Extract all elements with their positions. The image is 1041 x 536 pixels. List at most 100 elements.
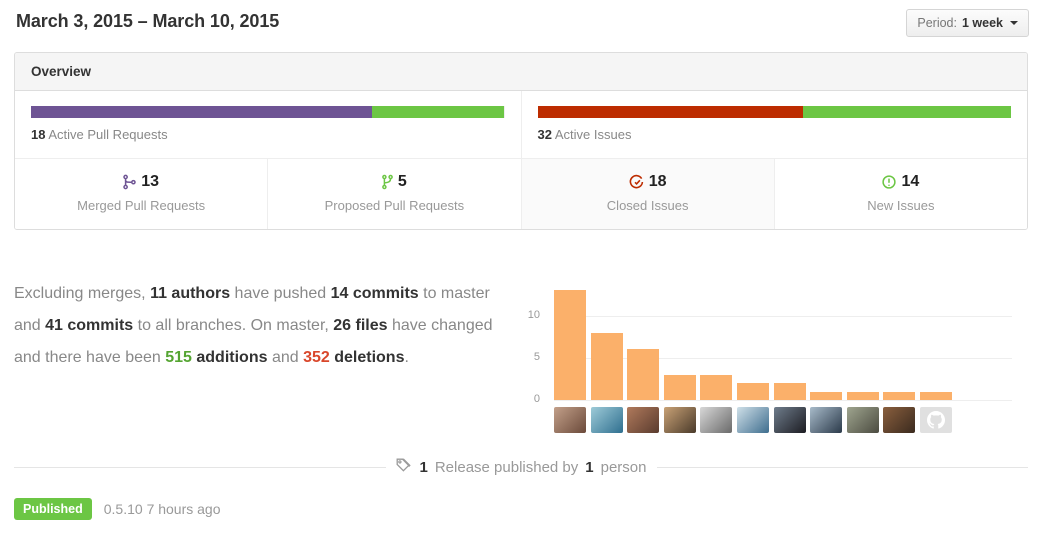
- chart-y-tick: 10: [510, 309, 540, 321]
- chart-bar: [920, 282, 952, 400]
- release-summary: 1 Release published by 1 person: [396, 458, 647, 477]
- pr-merged-segment: [31, 106, 372, 118]
- period-selector-button[interactable]: Period: 1 week: [906, 9, 1029, 37]
- chart-bar: [847, 282, 879, 400]
- avatar[interactable]: [627, 407, 659, 433]
- pr-proposed-segment: [372, 106, 505, 118]
- release-count-value: 1: [420, 459, 428, 476]
- stat-value: 14: [901, 173, 919, 191]
- summary-lead: Excluding merges,: [14, 285, 150, 302]
- overview-card-header: Overview: [15, 53, 1027, 91]
- chart-bar: [664, 282, 696, 400]
- avatar[interactable]: [847, 407, 879, 433]
- stat-cell-closed-issues[interactable]: 18 Closed Issues: [521, 159, 774, 229]
- issues-closed-segment: [538, 106, 803, 118]
- commits-bar-chart: 0510: [518, 278, 1018, 433]
- chart-bar-fill: [591, 333, 623, 400]
- avatar[interactable]: [700, 407, 732, 433]
- chart-bar-fill: [847, 392, 879, 400]
- chart-bar-fill: [664, 375, 696, 400]
- stat-label: Closed Issues: [522, 198, 774, 213]
- active-pull-requests-count: 18: [31, 127, 45, 142]
- release-count: 1: [420, 459, 428, 476]
- stat-value-row: 18: [522, 171, 774, 193]
- chart-bar: [774, 282, 806, 400]
- release-version-time: 0.5.10 7 hours ago: [104, 501, 221, 517]
- active-issues-label: 32 Active Issues: [538, 127, 1012, 142]
- summary-mid1: have pushed: [230, 285, 331, 302]
- pulse-page: March 3, 2015 – March 10, 2015 Period: 1…: [0, 0, 1041, 536]
- chart-bar-fill: [774, 383, 806, 400]
- tag-icon: [396, 458, 413, 477]
- avatar[interactable]: [810, 407, 842, 433]
- chevron-down-icon: [1010, 21, 1018, 25]
- chart-bars: [554, 282, 1012, 400]
- release-tail-text: person: [601, 459, 647, 476]
- stat-label: New Issues: [775, 198, 1027, 213]
- avatar[interactable]: [920, 407, 952, 433]
- issues-bar: [538, 106, 1012, 118]
- overview-card: Overview 18 Active Pull Requests: [14, 52, 1028, 230]
- published-release-row: Published 0.5.10 7 hours ago: [14, 498, 221, 520]
- overview-card-title: Overview: [31, 64, 91, 79]
- summary-authors: 11 authors: [150, 285, 230, 302]
- summary-deletions-word: deletions: [330, 349, 405, 366]
- active-issues-cell: 32 Active Issues: [522, 91, 1028, 158]
- page-title: March 3, 2015 – March 10, 2015: [16, 11, 279, 32]
- chart-bar-fill: [627, 349, 659, 400]
- issue-opened-icon: [882, 174, 896, 190]
- chart-bar-fill: [737, 383, 769, 400]
- chart-y-tick: 0: [510, 393, 540, 405]
- stat-cell-merged-pull-requests[interactable]: 13Merged Pull Requests: [15, 159, 267, 229]
- issues-new-segment: [803, 106, 1011, 118]
- active-pull-requests-label: 18 Active Pull Requests: [31, 127, 505, 142]
- divider-line-left: [14, 467, 386, 468]
- release-time: 7 hours ago: [147, 501, 221, 517]
- chart-bar-fill: [554, 290, 586, 400]
- stat-value-row: 14: [775, 171, 1027, 193]
- issue-closed-icon: [629, 174, 644, 190]
- avatar[interactable]: [664, 407, 696, 433]
- avatar[interactable]: [591, 407, 623, 433]
- git-merge-icon: [123, 174, 136, 190]
- chart-bar-fill: [810, 392, 842, 400]
- release-version[interactable]: 0.5.10: [104, 501, 143, 517]
- summary-commits-master: 14 commits: [331, 285, 419, 302]
- summary-deletions-count: 352: [303, 349, 330, 366]
- chart-bar-fill: [883, 392, 915, 400]
- active-issues-text: Active Issues: [555, 127, 632, 142]
- chart-y-tick: 5: [510, 351, 540, 363]
- release-person-count: 1: [585, 459, 593, 476]
- chart-bar: [737, 282, 769, 400]
- stat-value-row: 5: [268, 171, 520, 193]
- stat-value: 5: [398, 173, 407, 191]
- release-mid-text: Release published by: [435, 459, 578, 476]
- chart-bar-fill: [700, 375, 732, 400]
- github-mark-icon: [927, 411, 945, 429]
- stat-value: 13: [141, 173, 159, 191]
- chart-bar: [627, 282, 659, 400]
- summary-files: 26 files: [333, 317, 387, 334]
- summary-commits-all: 41 commits: [45, 317, 133, 334]
- stat-cell-new-issues[interactable]: 14 New Issues: [774, 159, 1027, 229]
- avatar[interactable]: [554, 407, 586, 433]
- summary-mid5: and: [268, 349, 304, 366]
- page-header: March 3, 2015 – March 10, 2015 Period: 1…: [0, 0, 1041, 46]
- pull-requests-bar: [31, 106, 505, 118]
- stat-label: Proposed Pull Requests: [268, 198, 520, 213]
- summary-tail: .: [404, 349, 408, 366]
- active-pull-requests-text: Active Pull Requests: [48, 127, 167, 142]
- chart-bar: [810, 282, 842, 400]
- stat-cell-proposed-pull-requests[interactable]: 5 Proposed Pull Requests: [267, 159, 520, 229]
- divider-line-right: [657, 467, 1029, 468]
- commit-summary: Excluding merges, 11 authors have pushed…: [14, 278, 498, 374]
- avatar[interactable]: [883, 407, 915, 433]
- active-issues-count: 32: [538, 127, 552, 142]
- overview-stats-row: 13Merged Pull Requests 5 Proposed Pull Req…: [15, 158, 1027, 229]
- avatar[interactable]: [774, 407, 806, 433]
- stat-value: 18: [649, 173, 667, 191]
- chart-author-avatars: [554, 407, 952, 433]
- period-label: Period:: [917, 16, 957, 30]
- overview-bars-row: 18 Active Pull Requests 32 Active Issues: [15, 91, 1027, 158]
- avatar[interactable]: [737, 407, 769, 433]
